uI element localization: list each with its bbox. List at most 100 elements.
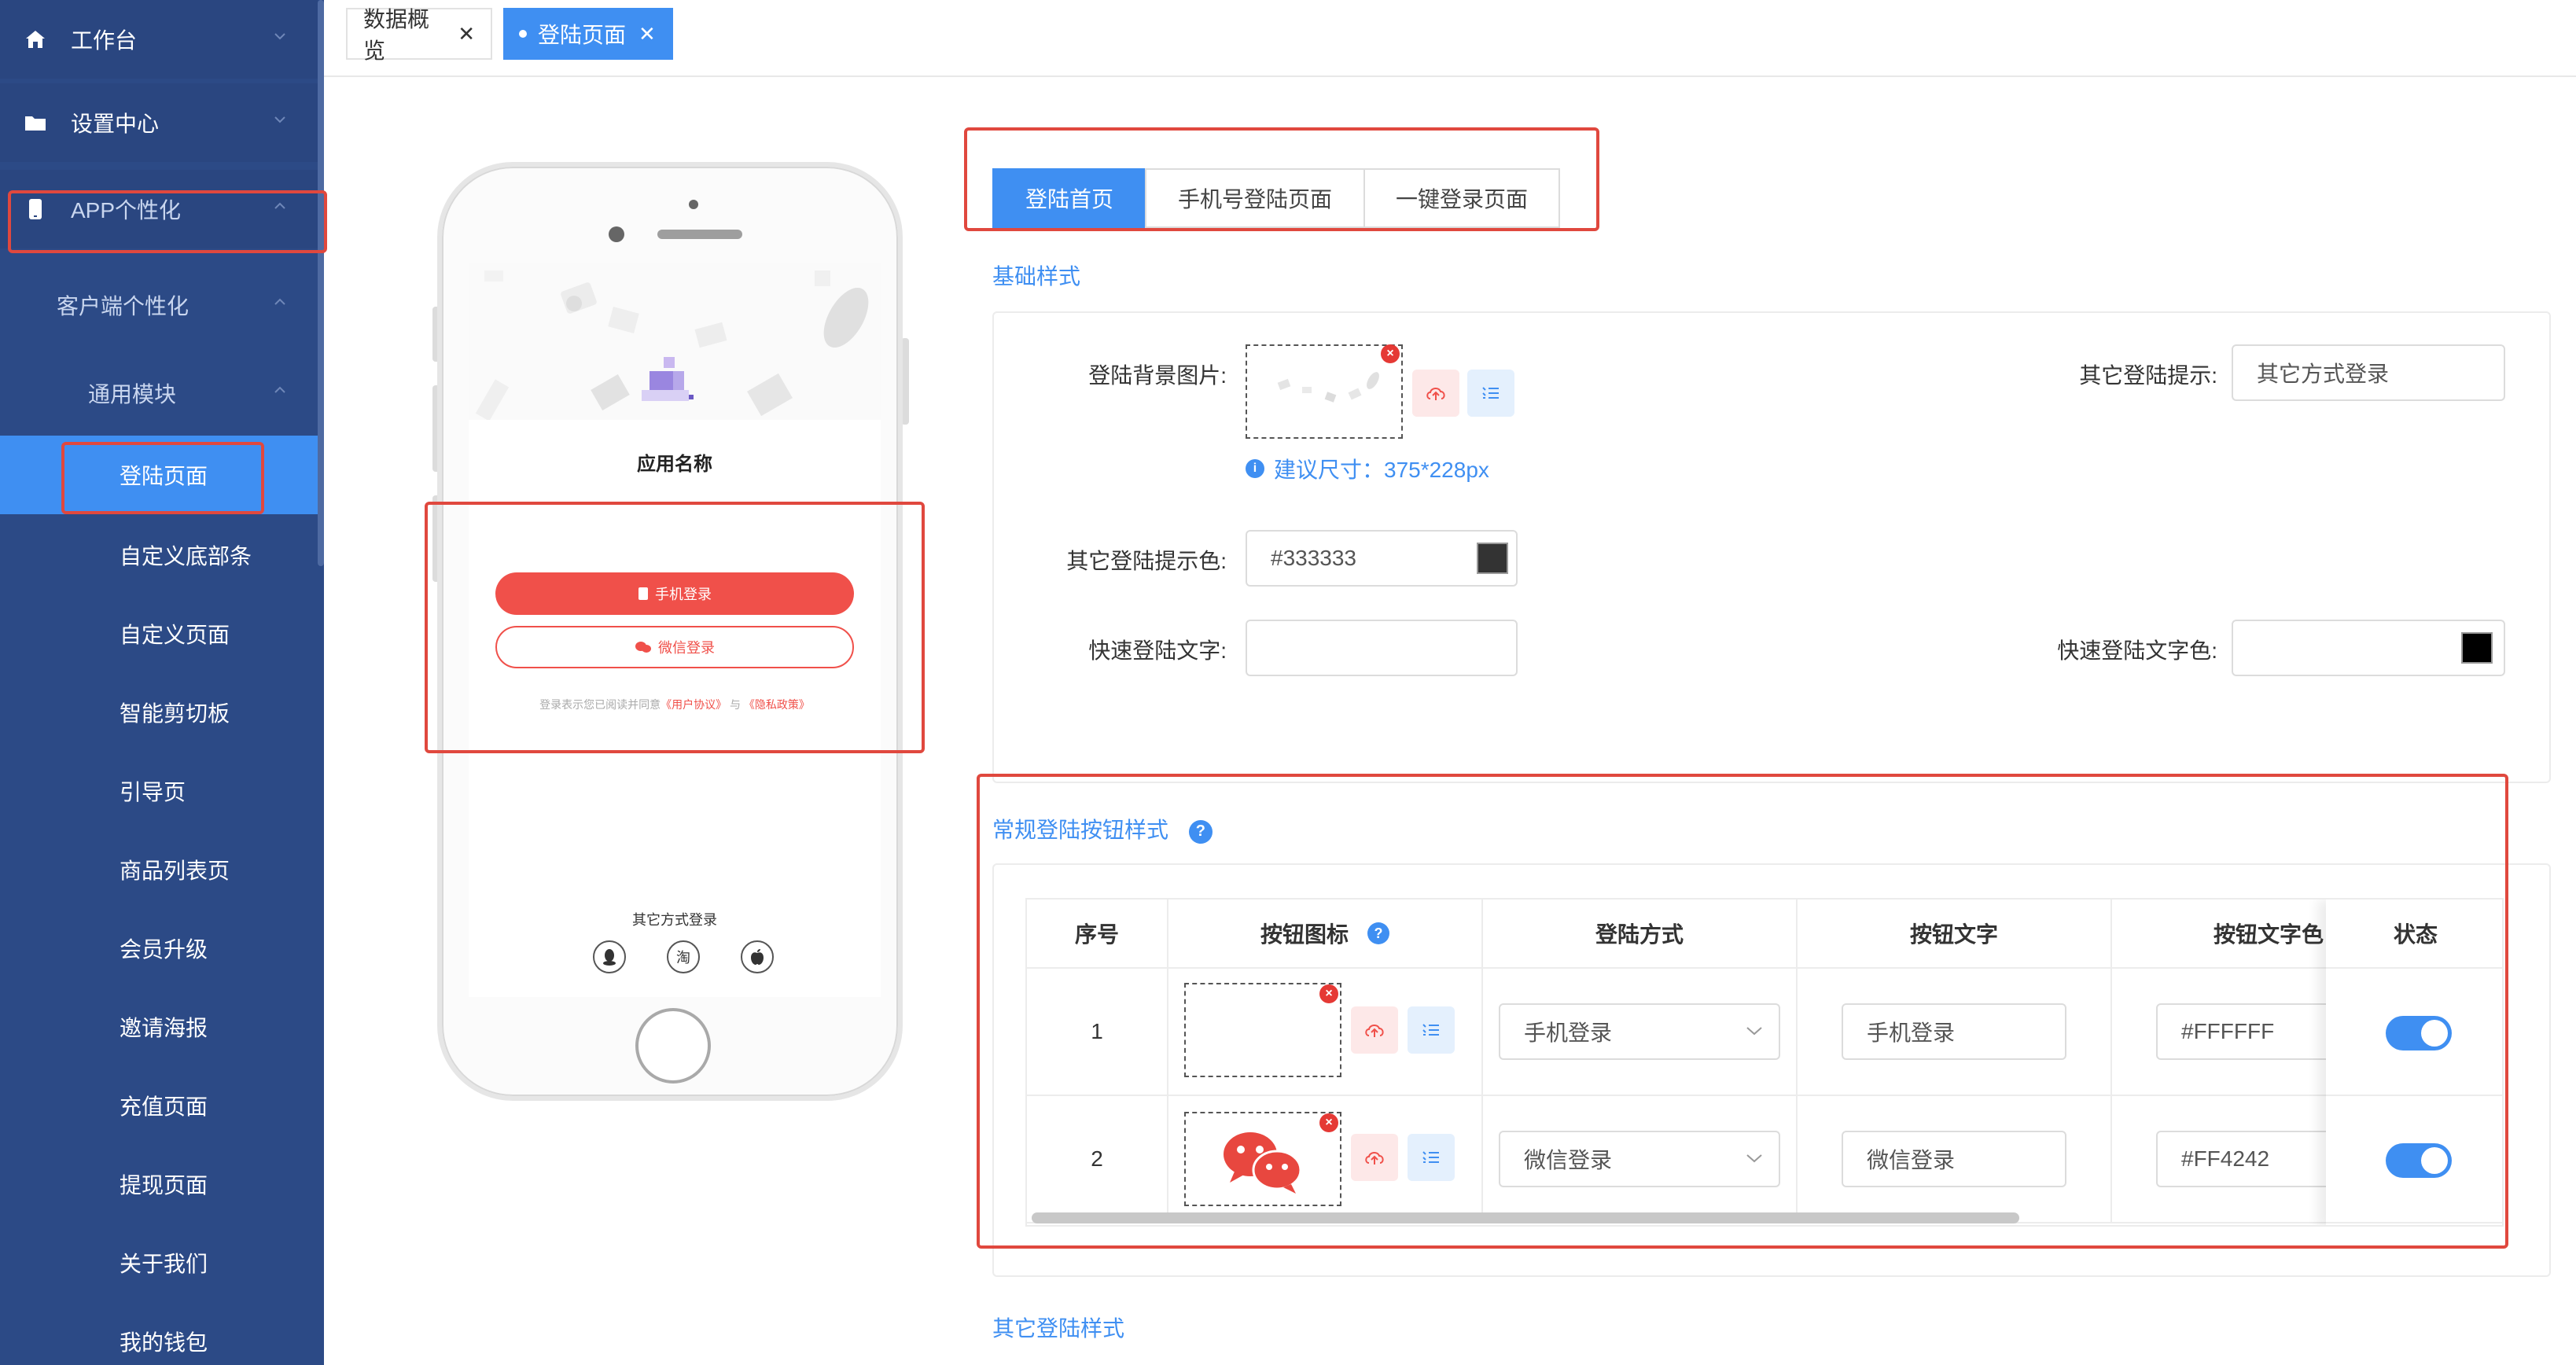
bg-image-upload[interactable] bbox=[1246, 344, 1403, 439]
remove-image-icon[interactable]: × bbox=[1319, 1113, 1338, 1132]
sidebar-item-common-module[interactable]: 通用模块 bbox=[0, 354, 318, 432]
status-column: 状态 bbox=[2326, 900, 2502, 1225]
phone-preview: 应用名称 手机登录 微信登录 登录表示您已阅读并同意《用户协议》 与 《隐私政策… bbox=[437, 162, 903, 1101]
tab-one-click-login-page[interactable]: 一键登录页面 bbox=[1363, 168, 1560, 228]
sidebar-item-settings[interactable]: 设置中心 bbox=[0, 83, 318, 162]
other-login-title: 其它方式登录 bbox=[632, 912, 717, 928]
other-tip-input[interactable]: 其它方式登录 bbox=[2232, 344, 2505, 401]
tab-login-home[interactable]: 登陆首页 bbox=[992, 168, 1146, 228]
tab-data-overview[interactable]: 数据概览 ✕ bbox=[346, 7, 492, 63]
select-value: 手机登录 bbox=[1524, 1021, 1613, 1045]
sidebar-item-label: 提现页面 bbox=[120, 1173, 208, 1198]
size-hint: i 建议尺寸：375*228px bbox=[1246, 453, 1489, 484]
sidebar-item-client-personalization[interactable]: 客户端个性化 bbox=[0, 266, 318, 344]
sidebar-item-label: 设置中心 bbox=[71, 112, 160, 136]
upload-cloud-button[interactable] bbox=[1412, 370, 1459, 417]
sidebar-item-smart-clipboard[interactable]: 智能剪切板 bbox=[0, 673, 318, 752]
sidebar-item-custom-page[interactable]: 自定义页面 bbox=[0, 594, 318, 673]
color-swatch[interactable] bbox=[2461, 632, 2493, 664]
taobao-login-icon[interactable]: 淘 bbox=[667, 940, 700, 973]
column-header: 状态 bbox=[2326, 900, 2502, 969]
phone-icon bbox=[24, 197, 47, 221]
select-value: 微信登录 bbox=[1524, 1148, 1613, 1172]
sidebar-item-about-us[interactable]: 关于我们 bbox=[0, 1223, 318, 1302]
tab-bar: 数据概览 ✕ 登陆页面 ✕ bbox=[324, 0, 2576, 77]
button-text-input[interactable]: 手机登录 bbox=[1842, 1003, 2066, 1060]
qq-login-icon[interactable] bbox=[593, 940, 626, 973]
login-method-select[interactable]: 手机登录 bbox=[1499, 1003, 1780, 1060]
sidebar-item-invite-poster[interactable]: 邀请海报 bbox=[0, 988, 318, 1066]
agreement-mid: 与 bbox=[730, 698, 741, 711]
phone-camera bbox=[609, 226, 624, 242]
sidebar-item-label: 引导页 bbox=[120, 780, 186, 804]
sidebar-item-app-personalization[interactable]: APP个性化 bbox=[0, 170, 318, 248]
apple-login-icon[interactable] bbox=[741, 940, 774, 973]
choose-from-library-button[interactable] bbox=[1408, 1006, 1455, 1054]
choose-from-library-button[interactable] bbox=[1408, 1134, 1455, 1181]
sidebar-item-member-upgrade[interactable]: 会员升级 bbox=[0, 909, 318, 988]
sidebar-item-label: 登陆页面 bbox=[120, 464, 208, 488]
list-icon bbox=[1422, 1024, 1439, 1036]
chevron-up-icon bbox=[274, 298, 285, 305]
quick-text-input[interactable] bbox=[1246, 620, 1518, 676]
remove-image-icon[interactable]: × bbox=[1319, 984, 1338, 1003]
home-icon bbox=[24, 28, 47, 51]
column-header-icon: 按钮图标 ? bbox=[1168, 900, 1483, 969]
login-method-select[interactable]: 微信登录 bbox=[1499, 1131, 1780, 1187]
sidebar-item-label: 自定义底部条 bbox=[120, 544, 252, 568]
user-agreement-link[interactable]: 《用户协议》 bbox=[661, 698, 727, 711]
sidebar-item-login-page[interactable]: 登陆页面 bbox=[0, 436, 318, 514]
button-icon-upload[interactable] bbox=[1184, 1112, 1341, 1206]
tab-phone-login-page[interactable]: 手机号登陆页面 bbox=[1145, 168, 1365, 228]
phone-login-button[interactable]: 手机登录 bbox=[495, 572, 854, 615]
header-text: 按钮图标 bbox=[1260, 922, 1349, 947]
tab-login-page[interactable]: 登陆页面 ✕ bbox=[503, 8, 673, 60]
phone-screen: 应用名称 手机登录 微信登录 登录表示您已阅读并同意《用户协议》 与 《隐私政策… bbox=[469, 263, 881, 997]
column-header: 按钮文字 bbox=[1798, 900, 2112, 969]
info-icon: i bbox=[1246, 459, 1264, 478]
sidebar-item-custom-bottom-bar[interactable]: 自定义底部条 bbox=[0, 516, 318, 594]
privacy-policy-link[interactable]: 《隐私政策》 bbox=[744, 698, 810, 711]
agreement-prefix: 登录表示您已阅读并同意 bbox=[539, 698, 661, 711]
upload-cloud-button[interactable] bbox=[1351, 1006, 1398, 1054]
button-icon-upload[interactable] bbox=[1184, 983, 1341, 1077]
taobao-glyph: 淘 bbox=[676, 950, 690, 966]
phone-sensor bbox=[689, 200, 698, 209]
status-toggle[interactable] bbox=[2386, 1143, 2452, 1178]
sidebar-item-workbench[interactable]: 工作台 bbox=[0, 0, 318, 79]
choose-from-library-button[interactable] bbox=[1467, 370, 1514, 417]
sidebar-item-label: 客户端个性化 bbox=[57, 294, 190, 318]
cloud-upload-icon bbox=[1365, 1025, 1384, 1037]
sidebar-item-label: 关于我们 bbox=[120, 1252, 208, 1276]
sidebar: 工作台 设置中心 APP个性化 客户端个性化 通用模块 登陆页面 自定义底部条 … bbox=[0, 0, 324, 1365]
color-swatch[interactable] bbox=[1477, 543, 1508, 574]
remove-image-icon[interactable]: × bbox=[1381, 344, 1400, 363]
column-header: 登陆方式 bbox=[1483, 900, 1798, 969]
hint-text: 建议尺寸：375*228px bbox=[1274, 458, 1489, 482]
upload-cloud-button[interactable] bbox=[1351, 1134, 1398, 1181]
help-icon[interactable]: ? bbox=[1188, 819, 1213, 844]
sidebar-item-label: 通用模块 bbox=[88, 382, 177, 407]
sidebar-item-label: 智能剪切板 bbox=[120, 701, 230, 726]
help-icon[interactable]: ? bbox=[1367, 922, 1389, 944]
chevron-down-icon bbox=[274, 33, 285, 40]
row-index: 2 bbox=[1027, 1096, 1168, 1223]
sidebar-item-recharge-page[interactable]: 充值页面 bbox=[0, 1066, 318, 1145]
chevron-down-icon bbox=[274, 116, 285, 123]
table-horizontal-scrollbar[interactable] bbox=[1032, 1212, 2019, 1223]
sidebar-item-my-wallet[interactable]: 我的钱包 bbox=[0, 1302, 318, 1365]
chevron-down-icon bbox=[1746, 1154, 1762, 1163]
sidebar-item-product-list[interactable]: 商品列表页 bbox=[0, 830, 318, 909]
sidebar-item-label: APP个性化 bbox=[71, 198, 182, 223]
sidebar-scrollbar[interactable] bbox=[318, 0, 324, 566]
active-dot-icon bbox=[519, 30, 527, 38]
wechat-icon bbox=[635, 642, 651, 653]
wechat-login-button[interactable]: 微信登录 bbox=[495, 626, 854, 668]
status-toggle[interactable] bbox=[2386, 1016, 2452, 1050]
close-icon[interactable]: ✕ bbox=[458, 22, 475, 46]
sidebar-item-guide-page[interactable]: 引导页 bbox=[0, 752, 318, 830]
close-icon[interactable]: ✕ bbox=[638, 22, 656, 46]
other-tip-label: 其它登陆提示: bbox=[2079, 363, 2217, 388]
button-text-input[interactable]: 微信登录 bbox=[1842, 1131, 2066, 1187]
sidebar-item-withdraw-page[interactable]: 提现页面 bbox=[0, 1145, 318, 1223]
